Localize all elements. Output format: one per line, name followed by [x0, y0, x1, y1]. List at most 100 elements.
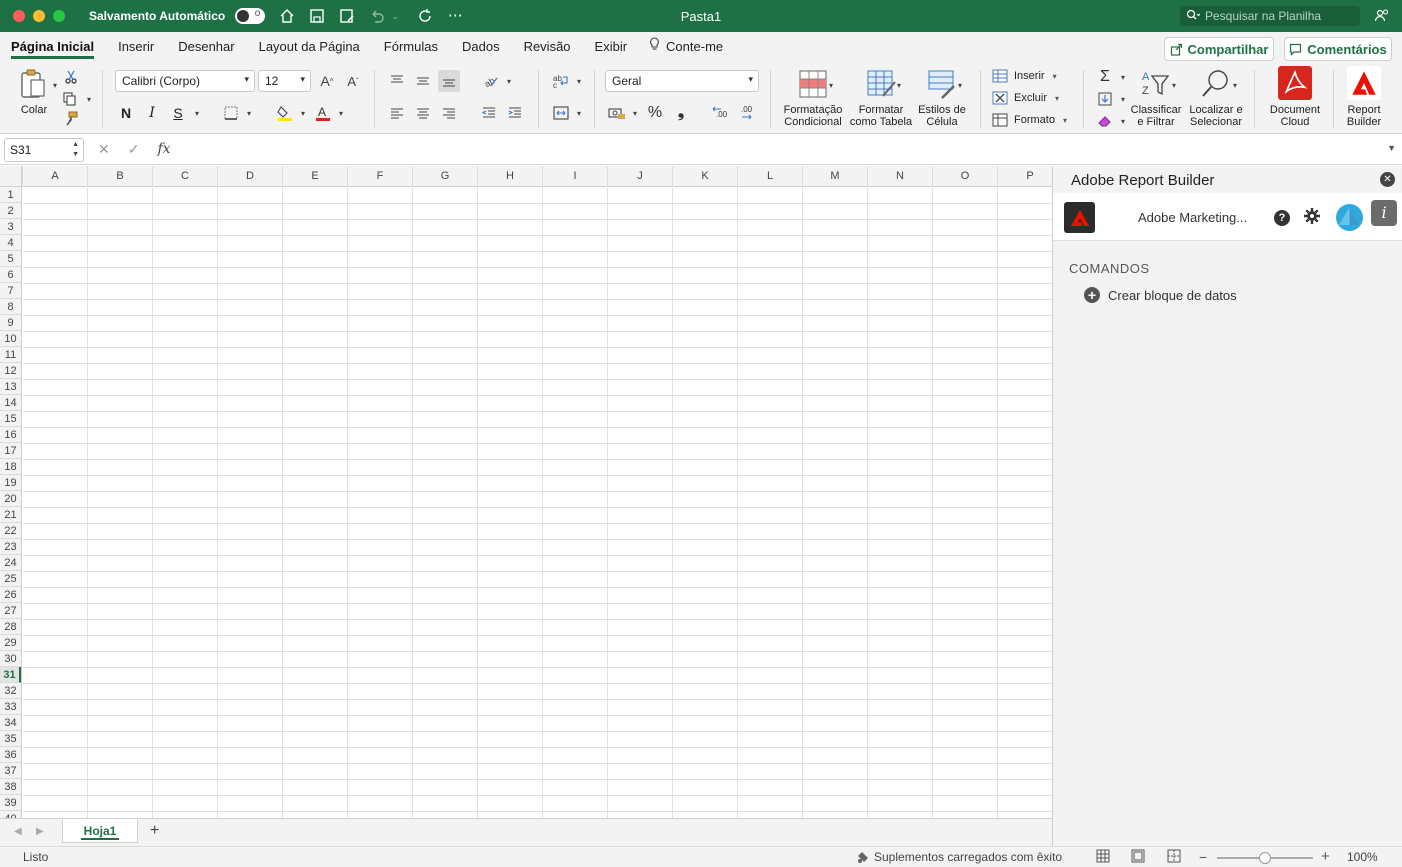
save-icon[interactable]	[309, 8, 325, 24]
normal-view-icon[interactable]	[1096, 849, 1110, 866]
cell-styles-dropdown-icon[interactable]: ▾	[949, 74, 971, 96]
row-header[interactable]: 16	[0, 427, 21, 443]
page-layout-view-icon[interactable]	[1131, 849, 1145, 866]
row-header[interactable]: 33	[0, 699, 21, 715]
row-header[interactable]: 3	[0, 219, 21, 235]
increase-decimal-icon[interactable]: .00	[710, 102, 732, 124]
row-header[interactable]: 22	[0, 523, 21, 539]
name-box-stepper-icon[interactable]: ▲ ▼	[72, 140, 79, 160]
conditional-formatting-dropdown-icon[interactable]: ▾	[820, 74, 842, 96]
tab-tell-me[interactable]: Conte-me	[649, 32, 723, 62]
select-all-corner[interactable]	[0, 166, 22, 187]
add-sheet-button[interactable]: +	[150, 822, 159, 840]
delete-cells-button[interactable]: Excluir ▾	[992, 88, 1059, 108]
insert-function-icon[interactable]: fx	[157, 141, 170, 158]
column-header[interactable]: G	[412, 166, 477, 187]
row-header[interactable]: 4	[0, 235, 21, 251]
row-header[interactable]: 31	[0, 667, 21, 683]
align-center-icon[interactable]	[412, 102, 434, 124]
report-builder-button[interactable]: Report Builder	[1338, 66, 1390, 128]
row-header[interactable]: 18	[0, 459, 21, 475]
share-button[interactable]: Compartilhar	[1164, 37, 1274, 61]
orientation-dropdown-icon[interactable]: ▾	[498, 70, 520, 92]
more-icon[interactable]: ⋯	[447, 8, 463, 24]
tab-data[interactable]: Dados	[462, 32, 500, 62]
document-cloud-button[interactable]: Document Cloud	[1264, 66, 1326, 128]
underline-dropdown-icon[interactable]: ▾	[186, 102, 208, 124]
align-right-icon[interactable]	[438, 102, 460, 124]
column-header[interactable]: F	[347, 166, 412, 187]
redo-icon[interactable]	[417, 8, 433, 24]
tab-home[interactable]: Página Inicial	[11, 32, 95, 62]
merge-center-dropdown-icon[interactable]: ▾	[568, 102, 590, 124]
row-header[interactable]: 17	[0, 443, 21, 459]
column-header[interactable]: O	[932, 166, 997, 187]
row-header[interactable]: 12	[0, 363, 21, 379]
font-size-select[interactable]: 12 ▾	[258, 70, 311, 92]
font-name-select[interactable]: Calibri (Corpo) ▾	[115, 70, 255, 92]
column-header[interactable]: J	[607, 166, 672, 187]
sort-filter-dropdown-icon[interactable]: ▾	[1163, 74, 1185, 96]
zoom-out-button[interactable]: −	[1199, 849, 1207, 865]
zoom-window-button[interactable]	[53, 10, 65, 22]
column-header[interactable]: L	[737, 166, 802, 187]
row-header[interactable]: 25	[0, 571, 21, 587]
percent-button[interactable]: %	[644, 102, 666, 124]
close-panel-icon[interactable]: ✕	[1380, 172, 1395, 187]
insert-cells-button[interactable]: Inserir ▾	[992, 66, 1057, 86]
row-header[interactable]: 35	[0, 731, 21, 747]
row-header[interactable]: 23	[0, 539, 21, 555]
row-header[interactable]: 29	[0, 635, 21, 651]
row-header[interactable]: 37	[0, 763, 21, 779]
column-header[interactable]: I	[542, 166, 607, 187]
row-header[interactable]: 8	[0, 299, 21, 315]
info-icon[interactable]: i	[1371, 200, 1397, 226]
column-header[interactable]: P	[997, 166, 1052, 187]
row-header[interactable]: 24	[0, 555, 21, 571]
tab-page-layout[interactable]: Layout da Página	[259, 32, 360, 62]
row-header[interactable]: 21	[0, 507, 21, 523]
column-header[interactable]: C	[152, 166, 217, 187]
gear-icon[interactable]	[1303, 207, 1321, 230]
decrease-indent-icon[interactable]	[478, 102, 500, 124]
save-as-icon[interactable]	[339, 8, 355, 24]
row-header[interactable]: 7	[0, 283, 21, 299]
format-painter-icon[interactable]	[60, 108, 82, 130]
search-box[interactable]	[1180, 6, 1360, 26]
align-left-icon[interactable]	[386, 102, 408, 124]
row-header[interactable]: 30	[0, 651, 21, 667]
number-format-select[interactable]: Geral ▾	[605, 70, 759, 92]
cell-gridlines[interactable]	[23, 188, 1052, 818]
align-bottom-icon[interactable]	[438, 70, 460, 92]
zoom-in-button[interactable]: +	[1321, 848, 1330, 865]
name-box[interactable]: S31 ▲ ▼	[4, 138, 84, 162]
organization-selector[interactable]: Adobe Marketing...	[1138, 210, 1247, 225]
create-data-block-button[interactable]: + Crear bloque de datos	[1084, 287, 1237, 303]
avatar[interactable]	[1336, 204, 1363, 231]
column-header[interactable]: N	[867, 166, 932, 187]
wrap-text-dropdown-icon[interactable]: ▾	[568, 70, 590, 92]
increase-font-size-icon[interactable]: A ^	[316, 70, 338, 92]
row-header[interactable]: 10	[0, 331, 21, 347]
decrease-font-size-icon[interactable]: Aˇ	[342, 70, 364, 92]
row-header[interactable]: 39	[0, 795, 21, 811]
tab-insert[interactable]: Inserir	[118, 32, 154, 62]
tab-review[interactable]: Revisão	[524, 32, 571, 62]
font-color-dropdown-icon[interactable]: ▾	[330, 102, 352, 124]
row-header[interactable]: 13	[0, 379, 21, 395]
row-header[interactable]: 1	[0, 187, 21, 203]
row-header[interactable]: 36	[0, 747, 21, 763]
cancel-formula-icon[interactable]: ✕	[98, 141, 110, 158]
copy-dropdown-icon[interactable]: ▾	[78, 88, 100, 110]
minimize-window-button[interactable]	[33, 10, 45, 22]
tab-formulas[interactable]: Fórmulas	[384, 32, 438, 62]
borders-dropdown-icon[interactable]: ▾	[238, 102, 260, 124]
row-header[interactable]: 14	[0, 395, 21, 411]
fill-color-dropdown-icon[interactable]: ▾	[292, 102, 314, 124]
worksheet-grid[interactable]: ABCDEFGHIJKLMNOP 1 2 3 4 5 6 7 8 9 10 11 12 13 14 15 16…	[0, 166, 1052, 818]
row-header[interactable]: 40	[0, 811, 21, 818]
next-sheet-icon[interactable]: ▶	[36, 826, 44, 837]
align-middle-icon[interactable]	[412, 70, 434, 92]
row-header[interactable]: 15	[0, 411, 21, 427]
increase-indent-icon[interactable]	[504, 102, 526, 124]
